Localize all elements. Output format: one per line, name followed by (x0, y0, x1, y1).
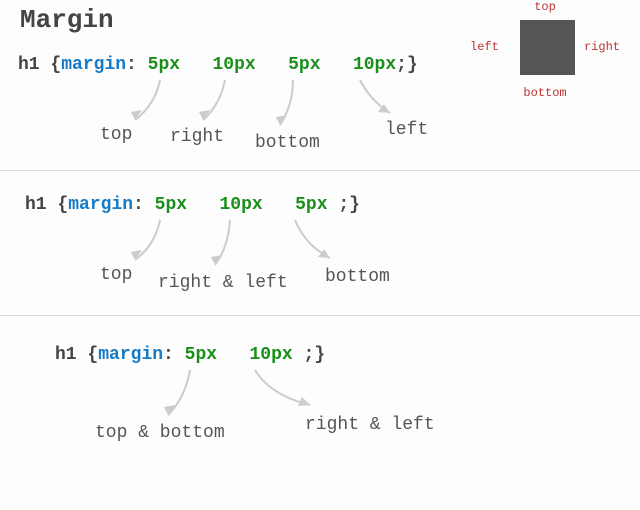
annotation-top-bottom: top & bottom (95, 423, 225, 443)
property: margin (61, 55, 126, 75)
box-label-bottom: bottom (470, 86, 620, 100)
value-3: 5px (295, 195, 327, 215)
value-2: 10px (219, 195, 262, 215)
box-square (520, 20, 575, 75)
code-line: h1 {margin: 5px 10px 5px 10px;} (18, 55, 418, 75)
brace-close: ;} (396, 55, 418, 75)
value-1: 5px (155, 195, 187, 215)
arrow-icon (195, 80, 255, 130)
box-label-left: left (470, 40, 499, 54)
value-1: 5px (185, 345, 217, 365)
arrow-icon (235, 370, 335, 420)
arrow-icon (200, 220, 260, 275)
value-2: 10px (249, 345, 292, 365)
code-line: h1 {margin: 5px 10px ;} (55, 345, 325, 365)
box-label-right: right (584, 40, 620, 54)
selector: h1 (55, 345, 77, 365)
annotation-top: top (100, 265, 132, 285)
margin-box-diagram: top left right bottom (470, 0, 620, 100)
brace-open: { (57, 195, 68, 215)
selector: h1 (25, 195, 47, 215)
separator (0, 170, 640, 171)
annotation-left: left (385, 120, 428, 140)
annotation-right-left: right & left (305, 415, 435, 435)
arrow-icon (130, 220, 190, 270)
annotation-bottom: bottom (255, 133, 320, 153)
value-1: 5px (148, 55, 180, 75)
annotation-bottom: bottom (325, 267, 390, 287)
value-4: 10px (353, 55, 396, 75)
annotation-right: right (170, 127, 224, 147)
value-3: 5px (288, 55, 320, 75)
colon: : (126, 55, 148, 75)
arrow-icon (130, 80, 190, 130)
selector: h1 (18, 55, 40, 75)
box-label-top: top (470, 0, 620, 14)
separator (0, 315, 640, 316)
colon: : (133, 195, 155, 215)
value-2: 10px (212, 55, 255, 75)
property: margin (98, 345, 163, 365)
brace-open: { (50, 55, 61, 75)
arrow-icon (275, 220, 355, 270)
colon: : (163, 345, 185, 365)
annotation-top: top (100, 125, 132, 145)
annotation-right-left: right & left (158, 273, 288, 293)
property: margin (68, 195, 133, 215)
arrow-icon (160, 370, 220, 425)
brace-close: ;} (304, 345, 326, 365)
page-title: Margin (20, 5, 114, 35)
arrow-icon (265, 80, 325, 135)
page: Margin top left right bottom h1 {margin:… (0, 0, 640, 510)
brace-open: { (87, 345, 98, 365)
brace-close: ;} (338, 195, 360, 215)
arrow-icon (340, 80, 410, 125)
code-line: h1 {margin: 5px 10px 5px ;} (25, 195, 360, 215)
